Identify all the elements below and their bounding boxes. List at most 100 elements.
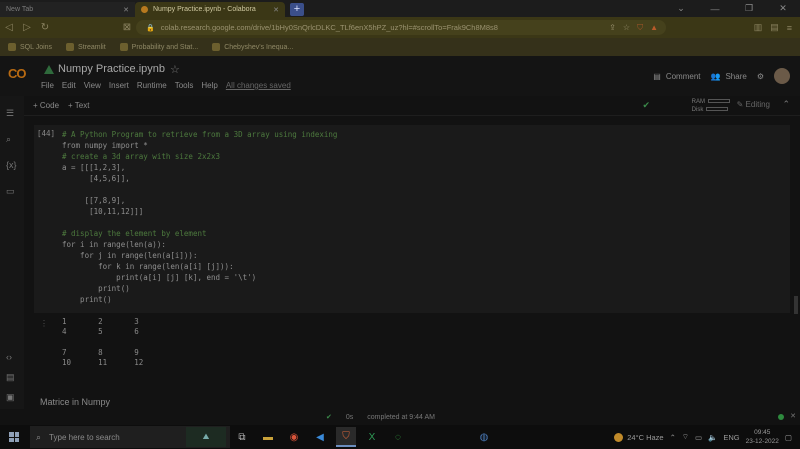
bookmark-sql-joins[interactable]: SQL Joins: [8, 43, 52, 51]
code-line: for k in range(len(a[i] [j])):: [62, 262, 234, 271]
code-line: from numpy import *: [62, 141, 148, 150]
forward-icon[interactable]: ▷: [18, 22, 36, 33]
warning-icon[interactable]: ▲: [650, 23, 658, 33]
menu-runtime[interactable]: Runtime: [137, 81, 167, 90]
app-ring-icon[interactable]: ◌: [388, 427, 408, 447]
chrome-icon[interactable]: ◉: [284, 427, 304, 447]
scrollbar[interactable]: [794, 296, 798, 314]
task-view-icon[interactable]: ⧉: [232, 427, 252, 447]
system-tray: 24°C Haze ⌃ ⌔ ▭ 🔈 ENG 09:45 23-12-2022 ▢: [614, 425, 800, 449]
brave-shield-icon[interactable]: ⛉: [637, 23, 643, 33]
url-field[interactable]: 🔒 colab.research.google.com/drive/1bHy0S…: [136, 20, 666, 35]
browser-tab-colab[interactable]: Numpy Practice.ipynb - Colabora ✕: [135, 2, 285, 17]
star-icon[interactable]: ☆: [623, 23, 630, 33]
code-editor[interactable]: # A Python Program to retrieve from a 3D…: [62, 129, 337, 305]
terminal-icon[interactable]: ▣: [6, 392, 15, 403]
status-bar: ✔ 0s completed at 9:44 AM ✕: [0, 409, 800, 425]
search-highlight-icon[interactable]: ⛰: [186, 427, 226, 447]
chevron-up-icon[interactable]: ⌃: [782, 99, 790, 110]
bookmark-streamlit[interactable]: Streamlit: [66, 43, 106, 51]
command-palette-icon[interactable]: ▤: [6, 372, 15, 383]
code-cell[interactable]: [44] # A Python Program to retrieve from…: [34, 125, 790, 313]
app-globe-icon[interactable]: ◍: [474, 427, 494, 447]
notebook-title[interactable]: Numpy Practice.ipynb: [58, 63, 165, 75]
minimize-icon[interactable]: —: [698, 4, 732, 14]
excel-icon[interactable]: X: [362, 427, 382, 447]
chevron-down-icon[interactable]: ⌄: [664, 3, 698, 14]
restore-icon[interactable]: ❐: [732, 3, 766, 14]
add-code-button[interactable]: + Code: [33, 101, 59, 110]
vscode-icon[interactable]: ◀: [310, 427, 330, 447]
network-icon[interactable]: ⌔: [682, 432, 689, 442]
search-icon: ⌕: [36, 431, 42, 442]
lock-icon: 🔒: [146, 24, 155, 32]
menu-bar: File Edit View Insert Runtime Tools Help…: [41, 81, 291, 90]
drive-icon: [44, 65, 54, 74]
cell-output: 1 2 34 5 6 7 8 9 10 11 12: [62, 317, 143, 368]
close-icon[interactable]: ✕: [123, 6, 129, 14]
bookmark-chebyshev[interactable]: Chebyshev's Inequa...: [212, 43, 293, 51]
avatar[interactable]: [774, 68, 790, 84]
close-icon[interactable]: ✕: [273, 6, 279, 14]
search-icon[interactable]: ⌕: [6, 134, 11, 145]
reload-icon[interactable]: ↻: [36, 22, 54, 33]
gear-icon[interactable]: ⚙: [757, 72, 764, 81]
windows-start-icon[interactable]: [9, 432, 19, 442]
output-actions-icon[interactable]: ⋮: [40, 319, 48, 328]
header-actions: ▤ Comment 👥 Share ⚙: [653, 68, 790, 84]
code-line: [4,5,6]],: [62, 174, 130, 183]
volume-icon[interactable]: 🔈: [708, 433, 717, 442]
code-line: print(): [62, 295, 112, 304]
notifications-icon[interactable]: ▢: [785, 433, 792, 442]
address-bar-row: ◁ ▷ ↻ ⊠ 🔒 colab.research.google.com/driv…: [0, 17, 800, 38]
sidebar-icon[interactable]: ▥: [754, 22, 763, 33]
menu-view[interactable]: View: [84, 81, 101, 90]
brave-icon[interactable]: ⛉: [336, 427, 356, 447]
people-icon: 👥: [710, 71, 721, 81]
colab-logo[interactable]: CO: [8, 66, 32, 81]
add-text-button[interactable]: + Text: [68, 101, 89, 110]
bookmark-icon: [8, 43, 16, 51]
menu-tools[interactable]: Tools: [175, 81, 194, 90]
menu-icon[interactable]: ≡: [787, 23, 792, 33]
ram-disk-indicator[interactable]: RAM Disk: [692, 98, 730, 114]
folder-icon[interactable]: ▭: [6, 186, 15, 197]
editing-mode[interactable]: ✎ Editing: [737, 100, 770, 109]
close-icon[interactable]: ✕: [790, 412, 796, 420]
battery-icon[interactable]: ▭: [695, 433, 702, 442]
comment-button[interactable]: ▤ Comment: [653, 72, 700, 81]
code-line: # display the element by element: [62, 229, 207, 238]
file-explorer-icon[interactable]: ▬: [258, 427, 278, 447]
bookmark-icon[interactable]: ⊠: [118, 22, 136, 33]
section-heading[interactable]: Matrice in Numpy: [40, 397, 110, 407]
browser-tab-new-tab[interactable]: New Tab ✕: [0, 2, 135, 17]
star-icon[interactable]: ☆: [170, 63, 180, 76]
chevron-up-icon[interactable]: ⌃: [670, 433, 676, 442]
clock[interactable]: 09:45 23-12-2022: [746, 428, 779, 446]
save-status[interactable]: All changes saved: [226, 81, 291, 90]
menu-insert[interactable]: Insert: [109, 81, 129, 90]
menu-help[interactable]: Help: [201, 81, 217, 90]
bookmark-probability[interactable]: Probability and Stat...: [119, 43, 198, 51]
share-button[interactable]: 👥 Share: [711, 72, 747, 81]
language-indicator[interactable]: ENG: [723, 433, 739, 442]
variables-icon[interactable]: {x}: [6, 160, 17, 170]
code-line: print(): [62, 284, 130, 293]
back-icon[interactable]: ◁: [0, 22, 18, 33]
share-page-icon[interactable]: ⇪: [609, 23, 616, 33]
table-of-contents-icon[interactable]: ☰: [6, 108, 14, 119]
menu-file[interactable]: File: [41, 81, 54, 90]
wallet-icon[interactable]: ▤: [770, 22, 779, 33]
colab-header: CO Numpy Practice.ipynb ☆ File Edit View…: [0, 56, 800, 96]
output-line: 1 2 3: [62, 317, 139, 326]
left-sidebar: ☰ ⌕ {x} ▭ ‹› ▤ ▣: [0, 96, 24, 409]
weather-widget[interactable]: 24°C Haze: [614, 432, 664, 442]
execution-time: 0s: [345, 413, 354, 421]
code-line: for i in range(len(a)):: [62, 240, 166, 249]
menu-edit[interactable]: Edit: [62, 81, 76, 90]
close-window-icon[interactable]: ✕: [766, 3, 800, 14]
code-snippets-icon[interactable]: ‹›: [6, 352, 12, 362]
new-tab-button[interactable]: +: [290, 3, 304, 16]
